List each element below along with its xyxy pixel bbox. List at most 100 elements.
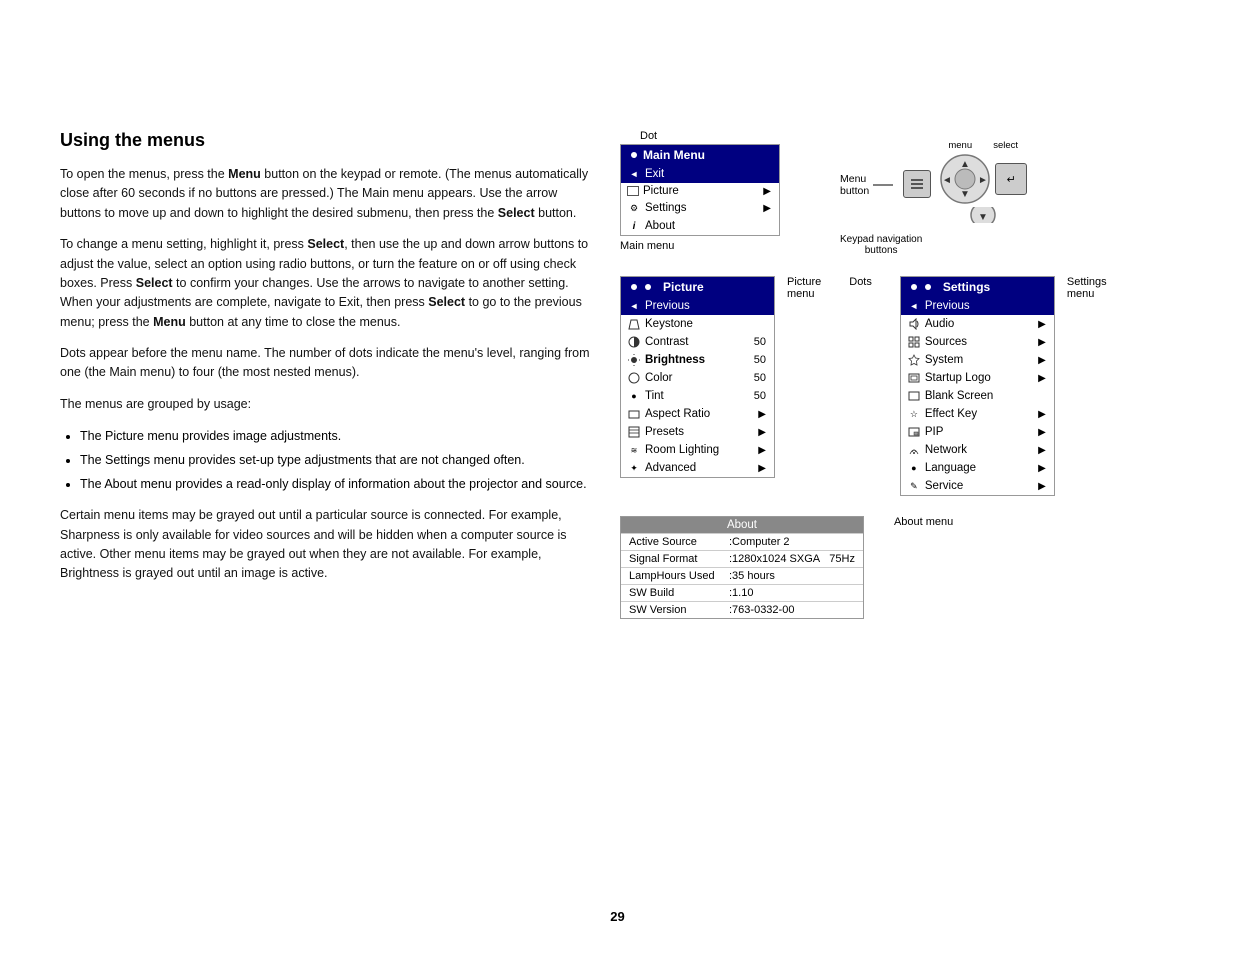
paragraph-1: To open the menus, press the Menu button… bbox=[60, 165, 600, 223]
main-menu-title-bar: Main Menu bbox=[621, 145, 779, 165]
startup-logo-label: Startup Logo bbox=[925, 372, 991, 384]
keypad-diagram: Menubutton bbox=[840, 140, 1027, 230]
dot2 bbox=[645, 284, 651, 290]
picture-menu-box-wrap: Picture ◄ Previous Keystone bbox=[620, 276, 775, 478]
bullet-1: The Picture menu provides image adjustme… bbox=[80, 426, 600, 446]
about-val-signal-format: :1280x1024 SXGA 75Hz bbox=[729, 553, 855, 565]
left-column: Using the menus To open the menus, press… bbox=[60, 130, 600, 596]
menu-item-about[interactable]: i About bbox=[621, 217, 779, 235]
settings-menu-label: Settingsmenu bbox=[1067, 276, 1107, 300]
picture-arrow: ▶ bbox=[763, 186, 771, 197]
system-arrow: ▶ bbox=[1038, 355, 1046, 366]
nav-row: ▲ ▼ ◄ ► bbox=[939, 153, 1027, 205]
settings-blank-screen[interactable]: Blank Screen bbox=[901, 387, 1054, 405]
keystone-icon bbox=[627, 317, 641, 331]
room-lighting-arrow: ▶ bbox=[758, 445, 766, 456]
menu-item-picture[interactable]: Picture ▶ bbox=[621, 183, 779, 199]
picture-prev[interactable]: ◄ Previous bbox=[621, 297, 774, 315]
paragraph-3: Dots appear before the menu name. The nu… bbox=[60, 344, 600, 383]
room-lighting-label: Room Lighting bbox=[645, 444, 719, 456]
tint-label: Tint bbox=[645, 390, 664, 402]
picture-menu-label: Picturemenu bbox=[787, 276, 821, 300]
picture-room-lighting[interactable]: ≋ Room Lighting ▶ bbox=[621, 441, 774, 459]
service-icon: ✎ bbox=[907, 479, 921, 493]
paragraph-4: The menus are grouped by usage: bbox=[60, 395, 600, 414]
menu-item-settings[interactable]: ⚙ Settings ▶ bbox=[621, 199, 779, 217]
language-arrow: ▶ bbox=[1038, 463, 1046, 474]
color-value: 50 bbox=[754, 372, 766, 384]
nav-down-indicator: ▼ bbox=[939, 207, 1027, 226]
picture-contrast[interactable]: Contrast 50 bbox=[621, 333, 774, 351]
picture-tint[interactable]: ● Tint 50 bbox=[621, 387, 774, 405]
aspect-arrow: ▶ bbox=[758, 409, 766, 420]
bullet-list: The Picture menu provides image adjustme… bbox=[80, 426, 600, 494]
svg-text:◄: ◄ bbox=[942, 175, 952, 186]
about-key-signal-format: Signal Format bbox=[629, 553, 729, 565]
settings-prev-icon: ◄ bbox=[907, 299, 921, 313]
dots-label-area: Dots bbox=[849, 276, 872, 288]
network-arrow: ▶ bbox=[1038, 445, 1046, 456]
main-menu-area: Dot Main Menu ◄ Exit Picture bbox=[620, 130, 780, 252]
picture-prev-icon: ◄ bbox=[627, 299, 641, 313]
brightness-icon bbox=[627, 353, 641, 367]
enter-btn[interactable]: ↵ bbox=[995, 163, 1027, 195]
startup-logo-arrow: ▶ bbox=[1038, 373, 1046, 384]
presets-label: Presets bbox=[645, 426, 684, 438]
about-icon: i bbox=[627, 219, 641, 233]
about-row-sw-build: SW Build :1.10 bbox=[621, 584, 863, 601]
color-label: Color bbox=[645, 372, 672, 384]
system-icon bbox=[907, 353, 921, 367]
settings-icon: ⚙ bbox=[627, 201, 641, 215]
about-table-title: About bbox=[621, 517, 863, 533]
settings-pip[interactable]: PIP ▶ bbox=[901, 423, 1054, 441]
menu-btn-rect[interactable] bbox=[903, 170, 931, 198]
nav-pad[interactable]: ▲ ▼ ◄ ► bbox=[939, 153, 991, 205]
blank-screen-icon bbox=[907, 389, 921, 403]
pip-arrow: ▶ bbox=[1038, 427, 1046, 438]
about-val-lamp-hours: :35 hours bbox=[729, 570, 775, 582]
menu-btn-visual[interactable] bbox=[903, 170, 931, 198]
picture-color[interactable]: Color 50 bbox=[621, 369, 774, 387]
dot1 bbox=[631, 284, 637, 290]
settings-prev[interactable]: ◄ Previous bbox=[901, 297, 1054, 315]
menu-item-exit[interactable]: ◄ Exit bbox=[621, 165, 779, 183]
picture-brightness[interactable]: Brightness 50 bbox=[621, 351, 774, 369]
audio-label: Audio bbox=[925, 318, 954, 330]
about-menu-area: About Active Source :Computer 2 Signal F… bbox=[620, 516, 864, 619]
about-key-sw-build: SW Build bbox=[629, 587, 729, 599]
settings-startup-logo[interactable]: Startup Logo ▶ bbox=[901, 369, 1054, 387]
effect-key-icon: ☆ bbox=[907, 407, 921, 421]
picture-aspect[interactable]: Aspect Ratio ▶ bbox=[621, 405, 774, 423]
bullet-3: The About menu provides a read-only disp… bbox=[80, 474, 600, 494]
picture-advanced[interactable]: ✦ Advanced ▶ bbox=[621, 459, 774, 477]
about-val-sw-version: :763-0332-00 bbox=[729, 604, 794, 616]
about-table: About Active Source :Computer 2 Signal F… bbox=[620, 516, 864, 619]
settings-system[interactable]: System ▶ bbox=[901, 351, 1054, 369]
settings-audio[interactable]: Audio ▶ bbox=[901, 315, 1054, 333]
settings-language[interactable]: ● Language ▶ bbox=[901, 459, 1054, 477]
sources-icon bbox=[907, 335, 921, 349]
brightness-value: 50 bbox=[754, 354, 766, 366]
section-title: Using the menus bbox=[60, 130, 600, 151]
right-column: Dot Main Menu ◄ Exit Picture bbox=[620, 130, 1210, 619]
picture-side-labels: Picturemenu bbox=[787, 276, 821, 300]
bullet-2: The Settings menu provides set-up type a… bbox=[80, 450, 600, 470]
color-icon bbox=[627, 371, 641, 385]
settings-network[interactable]: Network ▶ bbox=[901, 441, 1054, 459]
picture-label: Picture bbox=[643, 185, 679, 197]
bottom-section: About Active Source :Computer 2 Signal F… bbox=[620, 516, 1210, 619]
keystone-label: Keystone bbox=[645, 318, 693, 330]
picture-keystone[interactable]: Keystone bbox=[621, 315, 774, 333]
main-menu-dot bbox=[631, 152, 637, 158]
keypad-combined: menu select ▲ bbox=[903, 140, 1027, 226]
about-caption-text: About menu bbox=[894, 516, 953, 528]
settings-service[interactable]: ✎ Service ▶ bbox=[901, 477, 1054, 495]
picture-presets[interactable]: Presets ▶ bbox=[621, 423, 774, 441]
main-menu-title: Main Menu bbox=[643, 148, 705, 162]
settings-arrow: ▶ bbox=[763, 203, 771, 214]
settings-effect-key[interactable]: ☆ Effect Key ▶ bbox=[901, 405, 1054, 423]
audio-icon bbox=[907, 317, 921, 331]
settings-menu-title: Settings bbox=[943, 280, 990, 294]
middle-section: Picture ◄ Previous Keystone bbox=[620, 276, 1210, 496]
settings-sources[interactable]: Sources ▶ bbox=[901, 333, 1054, 351]
